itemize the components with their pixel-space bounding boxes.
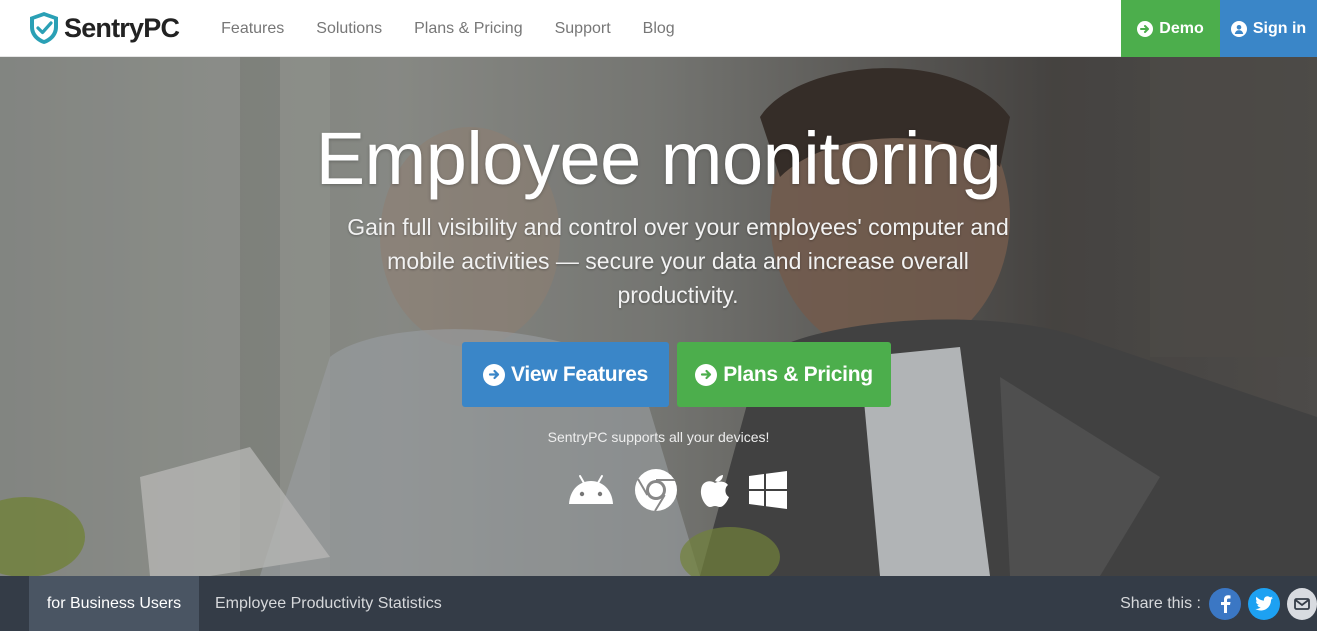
nav-link-solutions[interactable]: Solutions [300,0,398,57]
devices-support-text: SentryPC supports all your devices! [547,429,770,445]
nav-link-plans-pricing[interactable]: Plans & Pricing [398,0,539,57]
user-circle-icon [1230,20,1247,37]
shield-check-icon [30,12,58,44]
email-icon[interactable] [1287,587,1317,620]
view-features-button[interactable]: View Features [462,342,669,407]
nav-link-features[interactable]: Features [205,0,300,57]
demo-button[interactable]: Demo [1121,0,1220,57]
sign-in-button[interactable]: Sign in [1220,0,1317,57]
main-nav: Features Solutions Plans & Pricing Suppo… [205,0,691,57]
chrome-icon [634,468,678,512]
hero-section: Employee monitoring Gain full visibility… [0,57,1317,576]
twitter-icon[interactable] [1248,587,1280,620]
tab-business-users[interactable]: for Business Users [29,576,199,631]
arrow-circle-right-icon [695,363,718,386]
brand-logo[interactable]: SentryPC [28,0,180,57]
apple-icon [698,470,732,510]
hero-subtitle: Gain full visibility and control over yo… [347,214,1009,308]
nav-link-support[interactable]: Support [539,0,627,57]
arrow-circle-right-icon [1137,20,1154,37]
hero-title: Employee monitoring [315,117,1002,200]
tab-productivity-statistics[interactable]: Employee Productivity Statistics [199,576,458,631]
top-navbar: SentryPC Features Solutions Plans & Pric… [0,0,1317,57]
nav-actions: Demo Sign in [1121,0,1317,57]
brand-name: SentryPC [64,12,180,43]
demo-button-label: Demo [1159,19,1204,37]
share-label: Share this : [1120,594,1201,612]
android-icon [566,470,616,510]
plans-pricing-button[interactable]: Plans & Pricing [677,342,891,407]
sign-in-button-label: Sign in [1252,19,1307,37]
windows-icon [748,470,788,510]
view-features-label: View Features [511,362,648,386]
bottom-tab-bar: for Business Users Employee Productivity… [0,576,1317,631]
share-section: Share this : [1120,576,1317,631]
facebook-icon[interactable] [1209,587,1241,620]
arrow-circle-right-icon [483,363,506,386]
nav-link-blog[interactable]: Blog [627,0,691,57]
hero-content: Employee monitoring Gain full visibility… [0,57,1317,576]
device-icons [566,468,788,512]
plans-pricing-label: Plans & Pricing [723,362,873,386]
